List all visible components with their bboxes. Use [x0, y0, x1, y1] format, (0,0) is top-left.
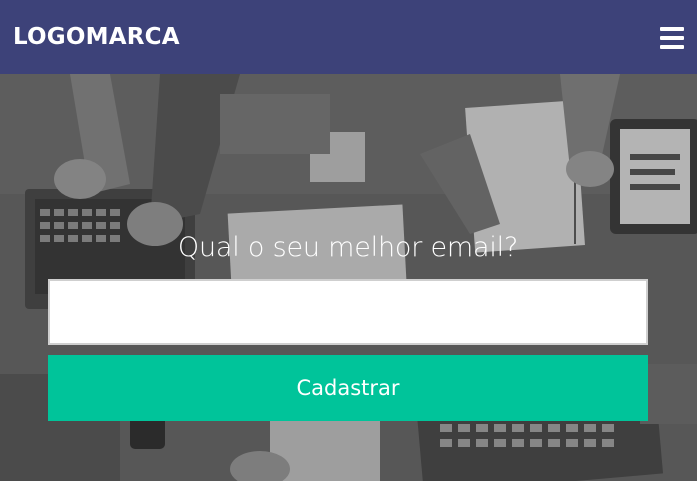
submit-button[interactable]: Cadastrar [48, 355, 648, 421]
menu-bar-bottom [660, 45, 684, 49]
menu-bar-top [660, 27, 684, 31]
signup-form: Qual o seu melhor email? Cadastrar [48, 74, 648, 481]
hamburger-menu-icon[interactable] [660, 27, 684, 49]
menu-bar-middle [660, 36, 684, 40]
email-input[interactable] [48, 279, 648, 345]
logo[interactable]: LOGOMARCA [13, 24, 180, 50]
form-title: Qual o seu melhor email? [177, 232, 519, 263]
site-header: LOGOMARCA [0, 0, 697, 74]
